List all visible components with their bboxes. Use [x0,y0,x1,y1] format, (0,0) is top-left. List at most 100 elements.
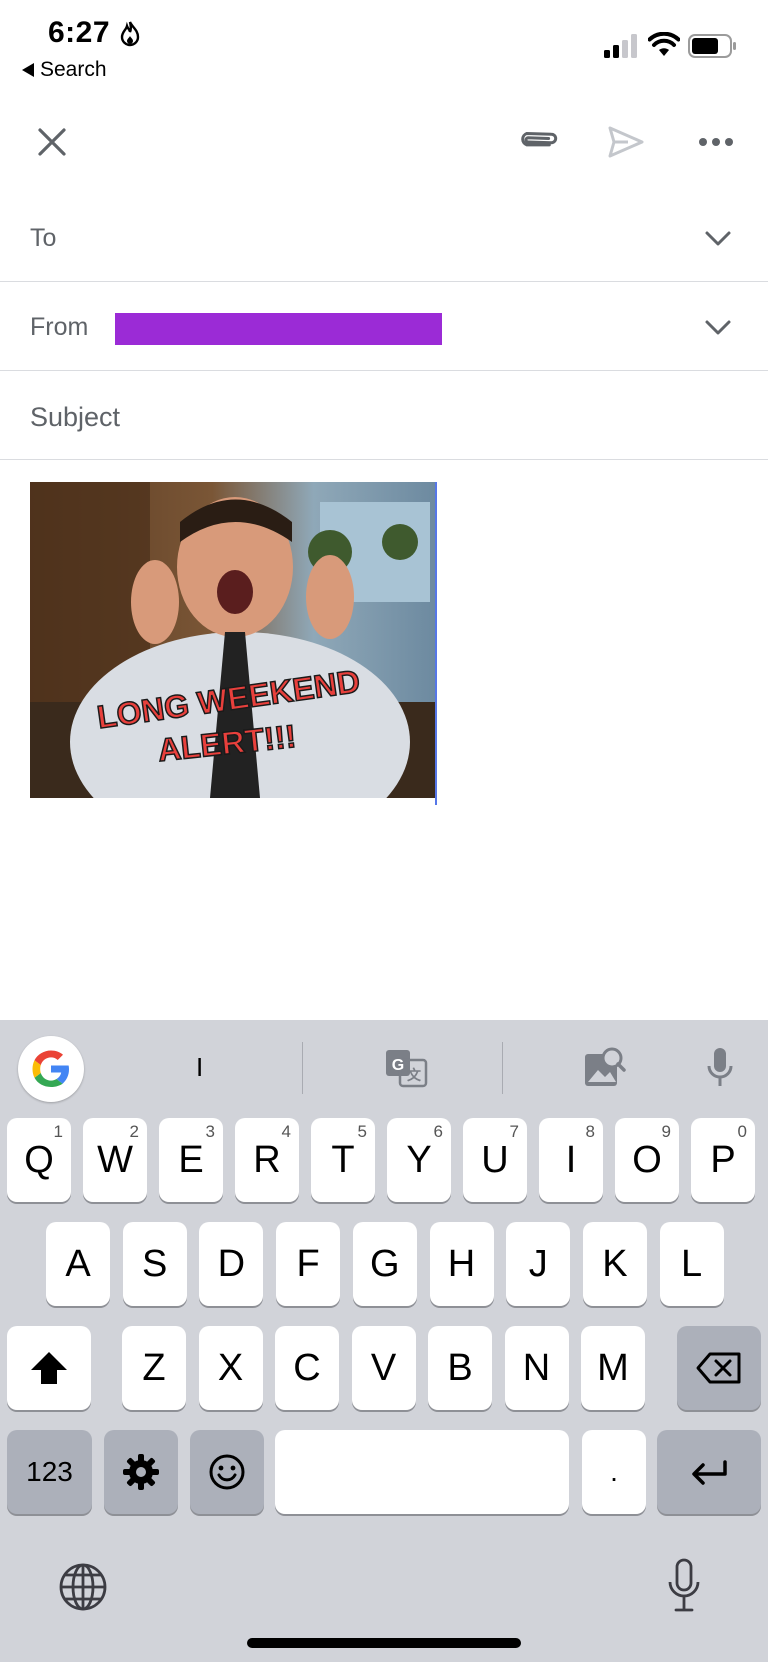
send-button[interactable] [602,118,650,166]
key-d-label: D [217,1242,246,1285]
key-b[interactable]: B [428,1326,492,1410]
key-e-label: E [178,1138,204,1181]
back-to-search[interactable]: Search [22,58,107,82]
key-o-label: O [632,1138,662,1181]
translate-button[interactable]: G 文 [380,1042,432,1094]
key-e-number-hint: 3 [205,1122,215,1141]
separator [302,1042,303,1094]
from-field[interactable]: From [0,283,768,371]
key-l-label: L [681,1242,703,1285]
space-key[interactable] [275,1430,569,1514]
globe-icon [59,1563,107,1611]
emoji-key[interactable] [190,1430,264,1514]
key-u[interactable]: U7 [463,1118,527,1202]
send-icon [608,126,644,158]
more-options-button[interactable] [692,118,740,166]
key-j[interactable]: J [506,1222,571,1306]
key-v[interactable]: V [351,1326,416,1410]
to-label: To [30,224,57,252]
key-c-label: C [293,1346,321,1389]
battery-icon [688,34,736,58]
dictation-button[interactable] [666,1558,702,1614]
back-label: Search [40,58,107,81]
key-t-number-hint: 5 [357,1122,367,1141]
key-a[interactable]: A [46,1222,110,1306]
microphone-icon [707,1048,733,1086]
more-icon [699,138,733,146]
subject-field[interactable]: Subject [0,372,768,460]
key-q-number-hint: 1 [53,1122,63,1141]
key-g[interactable]: G [352,1222,417,1306]
key-o-number-hint: 9 [661,1122,671,1141]
text-cursor [435,482,437,805]
translate-icon: G 文 [386,1050,428,1088]
key-k[interactable]: K [582,1222,647,1306]
backspace-key[interactable] [677,1326,761,1410]
period-key-label: . [610,1456,618,1487]
google-button[interactable] [18,1036,84,1102]
inline-gif-image[interactable]: LONG WEEKEND ALERT!!! [30,482,435,798]
key-p-number-hint: 0 [737,1122,747,1141]
key-e[interactable]: E3 [159,1118,223,1202]
numbers-key[interactable]: 123 [7,1430,92,1514]
numbers-key-label: 123 [26,1456,73,1487]
voice-input-button[interactable] [694,1042,746,1094]
key-p[interactable]: P0 [691,1118,755,1202]
key-r-number-hint: 4 [281,1122,291,1141]
word-suggestion[interactable]: I [196,1052,203,1083]
key-t[interactable]: T5 [311,1118,375,1202]
image-search-button[interactable] [578,1042,630,1094]
key-n[interactable]: N [504,1326,569,1410]
key-w-number-hint: 2 [129,1122,139,1141]
shift-icon [31,1352,67,1384]
key-h-label: H [447,1242,476,1285]
key-v-label: V [370,1346,397,1389]
from-address-redacted [115,313,442,345]
to-field[interactable]: To [0,194,768,282]
key-k-label: K [602,1242,628,1285]
key-f[interactable]: F [276,1222,341,1306]
shift-key[interactable] [7,1326,91,1410]
key-w[interactable]: W2 [83,1118,147,1202]
chevron-down-icon[interactable] [704,313,732,341]
key-r[interactable]: R4 [235,1118,299,1202]
chevron-down-icon[interactable] [704,224,732,252]
back-arrow-icon [22,63,34,77]
key-z[interactable]: Z [122,1326,186,1410]
close-icon [38,128,66,156]
key-a-label: A [65,1242,91,1285]
key-l[interactable]: L [659,1222,724,1306]
key-f-label: F [296,1242,320,1285]
key-i-label: I [565,1138,577,1181]
subject-input[interactable]: Subject [30,402,120,433]
emoji-icon [209,1454,245,1490]
key-g-label: G [370,1242,400,1285]
key-u-label: U [481,1138,509,1181]
settings-key[interactable] [104,1430,178,1514]
attach-button[interactable] [514,118,562,166]
key-i[interactable]: I8 [539,1118,603,1202]
from-label: From [30,313,89,341]
key-d[interactable]: D [199,1222,264,1306]
gif-picture: LONG WEEKEND ALERT!!! [30,482,435,798]
close-button[interactable] [28,118,76,166]
key-m[interactable]: M [581,1326,645,1410]
language-switch-button[interactable] [58,1562,108,1612]
compose-toolbar [0,100,768,182]
key-w-label: W [97,1138,133,1181]
clock: 6:27 [48,16,111,49]
key-s[interactable]: S [122,1222,187,1306]
period-key[interactable]: . [582,1430,646,1514]
key-o[interactable]: O9 [615,1118,679,1202]
key-s-label: S [142,1242,168,1285]
key-b-label: B [447,1346,473,1389]
image-search-icon [585,1047,626,1086]
key-x[interactable]: X [198,1326,263,1410]
key-y-label: Y [406,1138,432,1181]
key-q[interactable]: Q1 [7,1118,71,1202]
key-c[interactable]: C [275,1326,339,1410]
separator [502,1042,503,1094]
key-h[interactable]: H [429,1222,494,1306]
return-key[interactable] [657,1430,761,1514]
key-y[interactable]: Y6 [387,1118,451,1202]
